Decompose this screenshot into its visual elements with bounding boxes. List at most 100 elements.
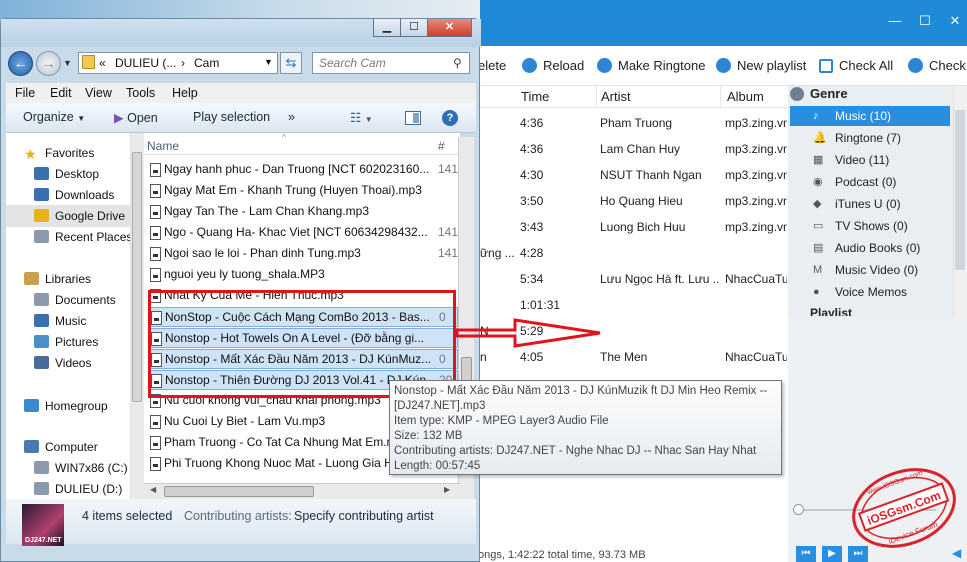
genre-item[interactable]: 🔔 Ringtone (7) [813, 128, 901, 148]
track-row[interactable]: 3:43 Luong Bich Huu mp3.zing.vn [478, 214, 788, 240]
nav-item-label: DULIEU (D:) [55, 482, 123, 496]
file-row[interactable]: Ngay hanh phuc - Dan Truong [NCT 6020231… [148, 160, 458, 180]
menu-file[interactable]: File [15, 86, 35, 100]
minimize-button[interactable]: — [880, 12, 910, 30]
recent-pages-chevron-icon[interactable]: ▼ [63, 58, 72, 68]
file-row[interactable]: Ngay Tan The - Lam Chan Khang.mp3 [148, 202, 458, 222]
tooltip-filename: Nonstop - Mất Xác Đầu Năm 2013 - DJ KúnM… [394, 385, 768, 397]
file-row[interactable]: Ngay Mat Em - Khanh Trung (Huyen Thoai).… [148, 181, 458, 201]
nav-item-label: Libraries [45, 272, 92, 286]
column-album[interactable]: Album [727, 89, 764, 104]
genre-item[interactable]: ◆ iTunes U (0) [813, 194, 901, 214]
close-app-button[interactable]: ✕ [940, 12, 967, 30]
file-row[interactable]: Ngo - Quang Ha- Khac Viet [NCT 606342984… [148, 223, 458, 243]
audio-file-icon [150, 457, 161, 471]
genre-item[interactable]: ▦ Video (11) [813, 150, 889, 170]
scroll-right-icon[interactable]: ▶ [444, 485, 450, 494]
more-commands-button[interactable]: » [288, 110, 295, 124]
track-row[interactable]: 3:50 Ho Quang Hieu mp3.zing.vn [478, 188, 788, 214]
help-icon[interactable]: ? [442, 110, 458, 126]
check-button[interactable]: Check : [908, 58, 967, 74]
nav-item[interactable]: Libraries [24, 270, 91, 288]
breadcrumb-dulieu[interactable]: DULIEU (... [115, 56, 176, 70]
nav-item[interactable]: Desktop [34, 165, 99, 183]
drive-icon [34, 461, 49, 474]
file-row[interactable]: nguoi yeu ly tuong_shala.MP3 [148, 265, 458, 285]
address-overflow[interactable]: « [99, 56, 106, 70]
back-button[interactable]: ← [8, 51, 33, 76]
contributing-artists-value[interactable]: Specify contributing artist [294, 509, 434, 523]
menu-help[interactable]: Help [172, 86, 198, 100]
collapse-genre-icon[interactable] [790, 87, 804, 101]
refresh-icon[interactable]: ⇆ [280, 52, 302, 74]
file-row[interactable]: Ngoi sao le loi - Phan dinh Tung.mp3 141 [148, 244, 458, 264]
horizontal-scrollbar[interactable]: ◀ ▶ [144, 483, 460, 499]
reload-button[interactable]: Reload [522, 58, 584, 74]
homegroup-icon [24, 399, 39, 412]
column-name[interactable]: Name [147, 139, 179, 153]
genre-item[interactable]: ▭ TV Shows (0) [813, 216, 908, 236]
volume-slider-handle[interactable] [793, 504, 804, 515]
check-all-button[interactable]: Check All [819, 58, 893, 74]
menu-edit[interactable]: Edit [50, 86, 72, 100]
explorer-close-button[interactable]: ✕ [427, 19, 472, 37]
search-input[interactable]: Search Cam ⚲ [312, 52, 470, 74]
track-row[interactable]: 4:36 Pham Truong mp3.zing.vn [478, 110, 788, 136]
new-playlist-button[interactable]: New playlist [716, 58, 806, 74]
address-dropdown-icon[interactable]: ▼ [264, 57, 273, 67]
nav-item[interactable]: WIN7x86 (C:) [34, 459, 128, 477]
libraries-icon [24, 272, 39, 285]
forward-button[interactable]: → [36, 51, 61, 76]
breadcrumb-separator[interactable]: › [181, 56, 185, 70]
nav-item[interactable]: Homegroup [24, 397, 108, 415]
nav-item[interactable]: Downloads [34, 186, 114, 204]
nav-item[interactable]: DULIEU (D:) [34, 480, 122, 498]
genre-item[interactable]: ♪ Music (10) [813, 106, 891, 126]
album-art-thumbnail: DJ247.NET [22, 504, 64, 546]
navigation-scroll-thumb[interactable] [132, 152, 142, 402]
menu-view[interactable]: View [85, 86, 112, 100]
track-row[interactable]: 5:34 Lưu Ngọc Hà ft. Lưu ... NhacCuaTui [478, 266, 788, 292]
nav-item[interactable]: Computer [24, 438, 98, 456]
drag-arrow-icon [455, 318, 601, 348]
explorer-maximize-button[interactable]: ☐ [400, 19, 428, 37]
nav-item[interactable]: Documents [34, 291, 116, 309]
address-bar[interactable]: « DULIEU (... › Cam ▼ [78, 52, 278, 74]
delete-button[interactable]: elete [478, 58, 506, 74]
search-icon[interactable]: ⚲ [453, 56, 462, 70]
change-view-icon[interactable]: ☷ ▼ [350, 110, 373, 125]
make-ringtone-button[interactable]: Make Ringtone [597, 58, 705, 74]
breadcrumb-cam[interactable]: Cam [194, 56, 219, 70]
scroll-left-icon[interactable]: ◀ [150, 485, 156, 494]
organize-button[interactable]: Organize ▼ [23, 110, 85, 124]
genre-item[interactable]: ▤ Audio Books (0) [813, 238, 920, 258]
maximize-button[interactable]: ☐ [910, 12, 940, 30]
nav-item[interactable]: ★ Favorites [24, 144, 94, 162]
play-icon[interactable]: ▶ [822, 546, 842, 562]
column-time[interactable]: Time [521, 89, 549, 104]
track-row[interactable]: 4:30 NSUT Thanh Ngan mp3.zing.vn [478, 162, 788, 188]
track-time: 5:34 [520, 272, 544, 286]
track-row[interactable]: ững ... 4:28 [478, 240, 788, 266]
column-artist[interactable]: Artist [601, 89, 631, 104]
genre-item[interactable]: ● Voice Memos [813, 282, 907, 302]
preview-pane-icon[interactable] [405, 111, 421, 125]
previous-icon[interactable]: ⏮ [796, 546, 816, 562]
nav-item-label: Documents [55, 293, 116, 307]
column-number[interactable]: # [438, 139, 445, 153]
nav-item-label: Pictures [55, 335, 99, 349]
nav-item[interactable]: Videos [34, 354, 91, 372]
track-row[interactable]: 4:36 Lam Chan Huy mp3.zing.vn [478, 136, 788, 162]
genre-item[interactable]: ◉ Podcast (0) [813, 172, 896, 192]
genre-item[interactable]: M Music Video (0) [813, 260, 918, 280]
explorer-minimize-button[interactable]: ▁ [373, 19, 401, 37]
play-selection-button[interactable]: Play selection [193, 110, 270, 124]
nav-item[interactable]: Google Drive [34, 207, 125, 225]
nav-item[interactable]: Recent Places [34, 228, 132, 246]
nav-item[interactable]: Pictures [34, 333, 98, 351]
horizontal-scroll-thumb[interactable] [164, 486, 314, 497]
menu-tools[interactable]: Tools [126, 86, 155, 100]
nav-item[interactable]: Music [34, 312, 86, 330]
open-button[interactable]: ▶ Open [114, 110, 158, 125]
bell-icon [597, 58, 612, 73]
